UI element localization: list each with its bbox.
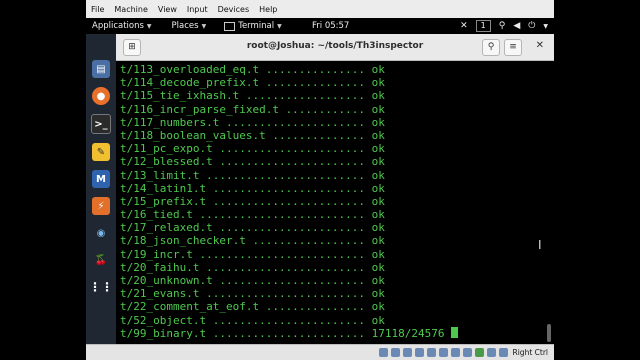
terminal-app-label: Terminal xyxy=(238,21,275,31)
recording-icon[interactable] xyxy=(462,348,472,357)
dock: ▤ ● >_ ✎ M ⚡ ◉ 🍒 ⋮⋮ xyxy=(86,34,116,360)
terminal-line: t/16_tied.t ......................... ok xyxy=(120,208,385,222)
network-adapter-icon[interactable] xyxy=(414,348,424,357)
terminal-line: t/114_decode_prefix.t ............... ok xyxy=(120,76,385,90)
shared-folders-icon[interactable] xyxy=(438,348,448,357)
usb-icon[interactable] xyxy=(426,348,436,357)
terminal-line: t/18_json_checker.t ................. ok xyxy=(120,234,385,248)
scrollbar-thumb[interactable] xyxy=(547,324,551,342)
terminal-progress-text: t/99_binary.t ....................... 17… xyxy=(120,326,452,340)
terminal-line-current: t/99_binary.t ....................... 17… xyxy=(120,326,540,340)
applications-menu[interactable]: Applications ▼ xyxy=(86,21,158,31)
system-tray: ✕ 1 ⚲ ◀ ⏻ ▼ xyxy=(460,20,548,32)
text-cursor-icon: I xyxy=(538,238,542,252)
terminal-output[interactable]: t/113_overloaded_eq.t ............... ok… xyxy=(120,63,540,344)
cherry-icon[interactable]: 🍒 xyxy=(92,251,110,269)
network-icon[interactable]: ⚲ xyxy=(499,21,506,31)
app-grid-icon[interactable]: ⋮⋮ xyxy=(89,278,113,296)
menu-devices[interactable]: Devices xyxy=(213,5,255,14)
volume-icon[interactable]: ◀ xyxy=(513,21,520,31)
vm-screen: File Machine View Input Devices Help App… xyxy=(86,0,554,360)
chevron-down-icon[interactable]: ▼ xyxy=(543,23,548,30)
terminal-line: t/115_tie_ixhash.t .................. ok xyxy=(120,89,385,103)
menu-view[interactable]: View xyxy=(153,5,182,14)
terminal-icon[interactable]: >_ xyxy=(91,114,111,134)
terminal-app-menu[interactable]: Terminal ▼ xyxy=(218,21,288,31)
terminal-line: t/52_object.t ....................... ok xyxy=(120,313,385,327)
hard-disk-icon[interactable] xyxy=(378,348,388,357)
applications-label: Applications xyxy=(92,21,144,31)
places-label: Places xyxy=(171,21,199,31)
terminal-line: t/118_boolean_values.t .............. ok xyxy=(120,128,385,142)
close-icon[interactable]: ✕ xyxy=(536,40,544,51)
chevron-down-icon: ▼ xyxy=(201,22,207,30)
places-menu[interactable]: Places ▼ xyxy=(166,21,213,31)
terminal-line: t/21_evans.t ........................ ok xyxy=(120,287,385,301)
terminal-line: t/13_limit.t ........................ ok xyxy=(120,168,385,182)
vbox-status-bar: Right Ctrl xyxy=(86,344,554,360)
chevron-down-icon: ▼ xyxy=(277,22,282,30)
files-icon[interactable]: ▤ xyxy=(92,60,110,78)
audio-icon[interactable] xyxy=(402,348,412,357)
window-titlebar[interactable]: ⊞ root@Joshua: ~/tools/Th3inspector ⚲ ≡ … xyxy=(116,34,554,61)
display-icon[interactable] xyxy=(450,348,460,357)
menu-button[interactable]: ≡ xyxy=(504,39,522,56)
scrollbar[interactable] xyxy=(546,64,552,342)
terminal-line: t/17_relaxed.t ...................... ok xyxy=(120,221,385,235)
power-icon[interactable]: ⏻ xyxy=(528,21,535,31)
menu-help[interactable]: Help xyxy=(254,5,282,14)
vbox-menu-bar: File Machine View Input Devices Help xyxy=(86,0,554,19)
terminal-line: t/113_overloaded_eq.t ............... ok xyxy=(120,63,385,76)
clock[interactable]: Fri 05:57 xyxy=(312,21,349,31)
firefox-icon[interactable]: ● xyxy=(92,87,110,105)
terminal-line: t/11_pc_expo.t ...................... ok xyxy=(120,142,385,156)
terminal-line: t/117_numbers.t ..................... ok xyxy=(120,115,385,129)
terminal-line: t/14_latin1.t ....................... ok xyxy=(120,181,385,195)
eye-icon[interactable]: ◉ xyxy=(92,224,110,242)
host-key-label: Right Ctrl xyxy=(512,348,548,357)
terminal-line: t/22_comment_at_eof.t ............... ok xyxy=(120,300,385,314)
terminal-line: t/116_incr_parse_fixed.t ............ ok xyxy=(120,102,385,116)
terminal-cursor xyxy=(451,326,459,338)
chevron-down-icon: ▼ xyxy=(146,22,152,30)
mouse-integration-icon[interactable] xyxy=(486,348,496,357)
optical-drive-icon[interactable] xyxy=(390,348,400,357)
terminal-line: t/12_blessed.t ...................... ok xyxy=(120,155,385,169)
terminal-line: t/19_incr.t ......................... ok xyxy=(120,247,385,261)
gnome-top-bar: Applications ▼ Places ▼ Terminal ▼ Fri 0… xyxy=(86,18,554,34)
keyboard-icon[interactable] xyxy=(498,348,508,357)
terminal-icon xyxy=(224,21,236,31)
terminal-line: t/15_prefix.t ....................... ok xyxy=(120,194,385,208)
text-editor-icon[interactable]: ✎ xyxy=(92,143,110,161)
search-button[interactable]: ⚲ xyxy=(482,39,500,56)
terminal-window: ⊞ root@Joshua: ~/tools/Th3inspector ⚲ ≡ … xyxy=(116,34,554,344)
menu-machine[interactable]: Machine xyxy=(109,5,153,14)
workspace-indicator[interactable]: 1 xyxy=(475,20,491,32)
cpu-icon[interactable] xyxy=(474,348,484,357)
terminal-line: t/20_faihu.t ........................ ok xyxy=(120,260,385,274)
settings-icon[interactable]: ✕ xyxy=(460,21,468,31)
terminal-line: t/20_unknown.t ...................... ok xyxy=(120,274,385,287)
metasploit-icon[interactable]: M xyxy=(92,170,110,188)
burpsuite-icon[interactable]: ⚡ xyxy=(92,197,110,215)
menu-input[interactable]: Input xyxy=(182,5,213,14)
menu-file[interactable]: File xyxy=(86,5,109,14)
